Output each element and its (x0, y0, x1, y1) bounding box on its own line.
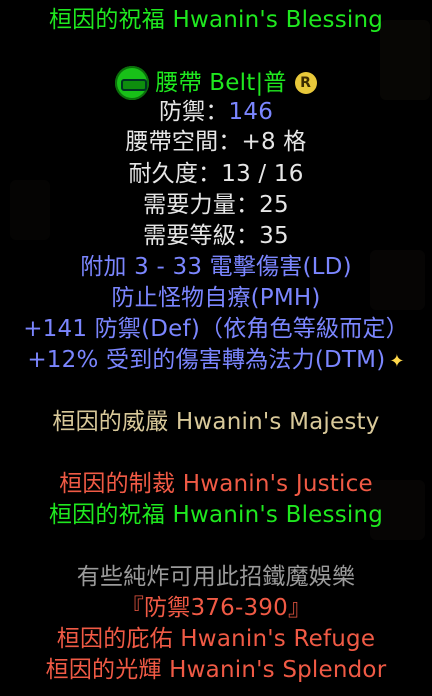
durability: 耐久度：13 / 16 (128, 161, 304, 187)
set-item-missing: 桓因的制裁 Hwanin's Justice (59, 471, 373, 497)
defense-row: 防禦：146 (0, 98, 432, 126)
required-strength: 需要力量：25 (143, 192, 289, 218)
belt-slots: 腰帶空間：+8 格 (125, 129, 307, 155)
magic-property: 附加 3 - 33 電擊傷害(LD) (80, 254, 352, 280)
rarity-badge: R (294, 72, 317, 94)
set-item-missing: 桓因的光輝 Hwanin's Splendor (45, 657, 387, 683)
magic-property-row: +12% 受到的傷害轉為法力(DTM) ✦ (0, 346, 432, 376)
magic-property: +141 防禦(Def)（依角色等級而定） (23, 316, 409, 342)
required-level: 需要等級：35 (143, 223, 289, 249)
set-item-equipped: 桓因的祝福 Hwanin's Blessing (48, 502, 384, 528)
belt-icon (115, 66, 150, 100)
magic-property: +12% 受到的傷害轉為法力(DTM) (27, 347, 386, 373)
magic-property: 防止怪物自療(PMH) (111, 285, 321, 311)
defense-range: 『防禦376-390』 (120, 595, 312, 621)
rune-note: 有些純炸可用此招鐵魔娛樂 (76, 564, 356, 590)
defense-value: 146 (228, 99, 274, 125)
set-item-name: 桓因的祝福 Hwanin's Blessing (48, 7, 384, 33)
item-tooltip: 桓因的祝福 Hwanin's Blessing 腰帶 Belt|普 R 防禦：1… (0, 0, 432, 696)
set-item-missing: 桓因的庇佑 Hwanin's Refuge (56, 626, 376, 652)
item-type-label: 腰帶 Belt|普 (155, 70, 287, 96)
set-name: 桓因的威嚴 Hwanin's Majesty (52, 409, 380, 435)
defense-label: 防禦： (158, 99, 229, 125)
item-type: 腰帶 Belt|普 R (115, 66, 317, 100)
sparkle-icon: ✦ (389, 351, 405, 372)
